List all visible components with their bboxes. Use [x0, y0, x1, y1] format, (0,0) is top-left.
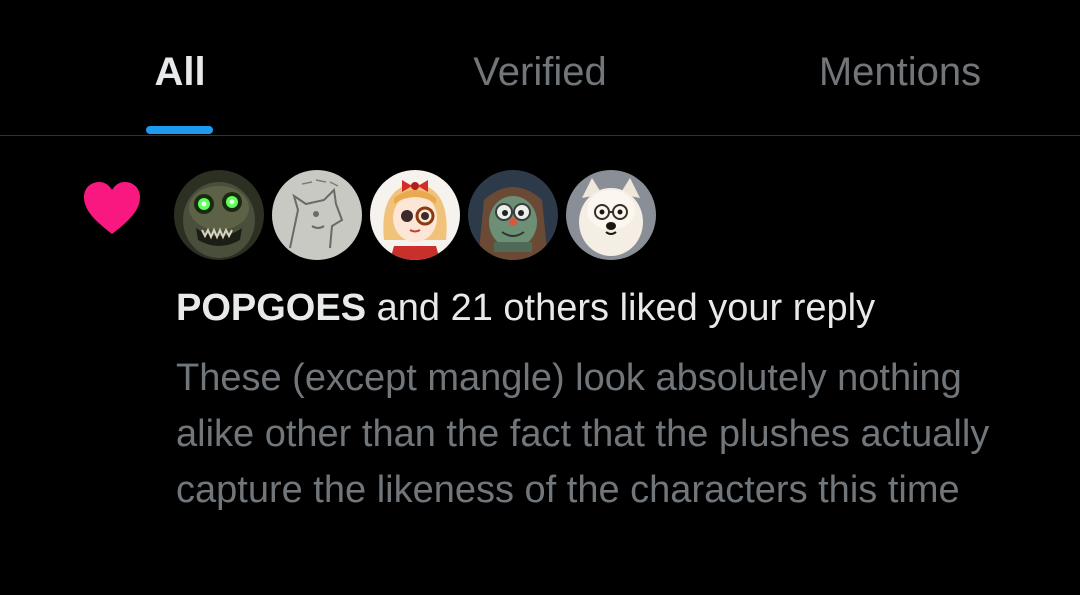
active-tab-indicator — [146, 126, 213, 134]
tab-verified[interactable]: Verified — [440, 0, 640, 135]
animatronic-avatar[interactable] — [174, 170, 264, 260]
liker-name[interactable]: POPGOES — [176, 287, 366, 329]
green-creature-avatar[interactable] — [468, 170, 558, 260]
tab-all-label: All — [154, 50, 206, 94]
tab-all[interactable]: All — [100, 0, 260, 135]
heart-icon — [82, 180, 142, 236]
reply-preview-text: These (except mangle) look absolutely no… — [176, 357, 990, 511]
notification-headline: POPGOES and 21 others liked your reply — [176, 284, 875, 332]
tab-mentions[interactable]: Mentions — [790, 0, 1010, 135]
liker-avatars — [174, 170, 656, 260]
notification-tabs: All Verified Mentions — [0, 0, 1080, 136]
anime-girl-avatar[interactable] — [370, 170, 460, 260]
sketch-avatar[interactable] — [272, 170, 362, 260]
notification-action-text: and 21 others liked your reply — [366, 287, 876, 329]
samoyed-dog-avatar[interactable] — [566, 170, 656, 260]
like-notification[interactable]: POPGOES and 21 others liked your reply T… — [0, 136, 1080, 595]
tab-verified-label: Verified — [473, 50, 607, 94]
tab-mentions-label: Mentions — [818, 50, 982, 94]
